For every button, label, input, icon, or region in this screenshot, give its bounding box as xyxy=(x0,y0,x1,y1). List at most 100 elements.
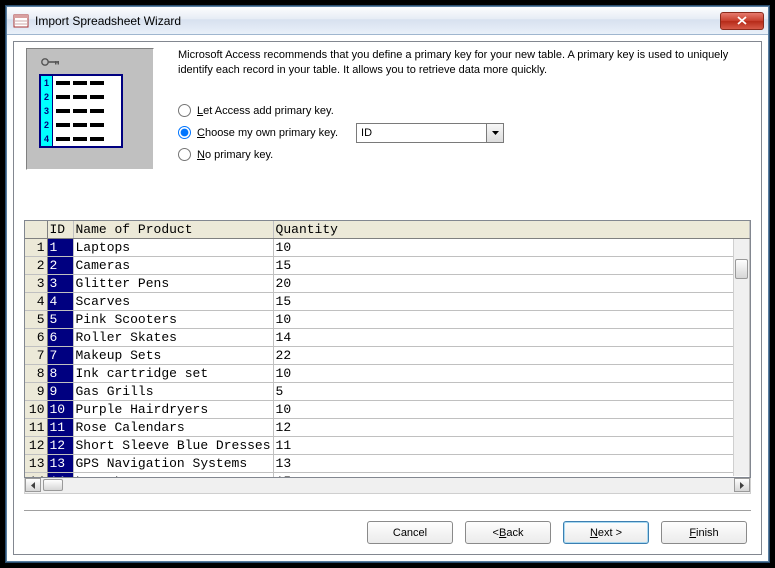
row-number: 9 xyxy=(25,383,47,401)
finish-button[interactable]: Finish xyxy=(661,521,747,544)
separator xyxy=(24,510,751,512)
cell-id: 4 xyxy=(47,293,73,311)
back-button[interactable]: < Back xyxy=(465,521,551,544)
cell-name: Pink Scooters xyxy=(73,311,273,329)
cell-qty: 10 xyxy=(273,401,749,419)
column-header-qty[interactable]: Quantity xyxy=(273,221,749,239)
cell-name: Rose Calendars xyxy=(73,419,273,437)
primary-key-options: Let Access add primary key. Choose my ow… xyxy=(178,100,749,166)
cell-name: Glitter Pens xyxy=(73,275,273,293)
cell-name: Short Sleeve Blue Dresses xyxy=(73,437,273,455)
cell-qty: 10 xyxy=(273,365,749,383)
titlebar: Import Spreadsheet Wizard xyxy=(7,7,768,35)
scroll-right-button[interactable] xyxy=(734,478,750,492)
cell-id: 8 xyxy=(47,365,73,383)
table-row[interactable]: 1111Rose Calendars12 xyxy=(25,419,750,437)
cell-id: 5 xyxy=(47,311,73,329)
header-row: ID Name of Product Quantity xyxy=(25,221,750,239)
cell-name: Purple Hairdryers xyxy=(73,401,273,419)
row-number: 13 xyxy=(25,455,47,473)
close-icon xyxy=(737,16,747,25)
cell-id: 9 xyxy=(47,383,73,401)
cell-id: 2 xyxy=(47,257,73,275)
table-row[interactable]: 66Roller Skates14 xyxy=(25,329,750,347)
cell-qty: 22 xyxy=(273,347,749,365)
dropdown-button[interactable] xyxy=(486,124,503,142)
triangle-left-icon xyxy=(31,482,35,489)
description-column: Microsoft Access recommends that you def… xyxy=(154,48,749,170)
radio-let-access[interactable] xyxy=(178,104,191,117)
cell-qty: 15 xyxy=(273,257,749,275)
next-button[interactable]: Next > xyxy=(563,521,649,544)
column-header-id[interactable]: ID xyxy=(47,221,73,239)
vertical-scrollbar[interactable] xyxy=(733,239,749,476)
label-choose-own[interactable]: Choose my own primary key. xyxy=(197,127,338,139)
cell-id: 1 xyxy=(47,239,73,257)
horizontal-scroll-thumb[interactable] xyxy=(43,479,63,491)
cancel-button[interactable]: Cancel xyxy=(367,521,453,544)
row-number: 11 xyxy=(25,419,47,437)
radio-no-pk[interactable] xyxy=(178,148,191,161)
wizard-window: Import Spreadsheet Wizard 1 2 3 2 xyxy=(6,6,769,562)
vertical-scroll-thumb[interactable] xyxy=(735,259,748,279)
cell-name: Gas Grills xyxy=(73,383,273,401)
app-icon xyxy=(13,13,29,29)
cell-name: Cameras xyxy=(73,257,273,275)
preview-grid-area: ID Name of Product Quantity 11Laptops102… xyxy=(24,220,751,498)
row-number: 1 xyxy=(25,239,47,257)
row-number: 6 xyxy=(25,329,47,347)
window-title: Import Spreadsheet Wizard xyxy=(35,14,720,28)
row-number: 2 xyxy=(25,257,47,275)
cell-name: Roller Skates xyxy=(73,329,273,347)
table-row[interactable]: 1010Purple Hairdryers10 xyxy=(25,401,750,419)
cell-qty: 10 xyxy=(273,311,749,329)
close-button[interactable] xyxy=(720,12,764,30)
table-row[interactable]: 77Makeup Sets22 xyxy=(25,347,750,365)
top-area: 1 2 3 2 4 Microsoft Access recommends th… xyxy=(14,42,761,174)
cell-id: 3 xyxy=(47,275,73,293)
triangle-right-icon xyxy=(740,482,744,489)
primary-key-field-select[interactable]: ID xyxy=(356,123,504,143)
scroll-left-button[interactable] xyxy=(25,478,41,492)
table-row[interactable]: 99Gas Grills5 xyxy=(25,383,750,401)
cell-id: 11 xyxy=(47,419,73,437)
row-number: 7 xyxy=(25,347,47,365)
cell-qty: 10 xyxy=(273,239,749,257)
description-text: Microsoft Access recommends that you def… xyxy=(178,48,749,78)
cell-qty: 20 xyxy=(273,275,749,293)
client-area: 1 2 3 2 4 Microsoft Access recommends th… xyxy=(13,41,762,555)
horizontal-scrollbar[interactable] xyxy=(24,478,751,494)
cell-name: Ink cartridge set xyxy=(73,365,273,383)
illustration: 1 2 3 2 4 xyxy=(26,48,154,170)
cell-id: 6 xyxy=(47,329,73,347)
row-number: 4 xyxy=(25,293,47,311)
table-row[interactable]: 22Cameras15 xyxy=(25,257,750,275)
cell-qty: 13 xyxy=(273,455,749,473)
table-row[interactable]: 11Laptops10 xyxy=(25,239,750,257)
row-number: 12 xyxy=(25,437,47,455)
label-no-pk[interactable]: No primary key. xyxy=(197,149,273,161)
cell-name: Laptops xyxy=(73,239,273,257)
label-let-access[interactable]: Let Access add primary key. xyxy=(197,105,334,117)
table-row[interactable]: 1212Short Sleeve Blue Dresses11 xyxy=(25,437,750,455)
row-number-header xyxy=(25,221,47,239)
table-row[interactable]: 33Glitter Pens20 xyxy=(25,275,750,293)
table-row[interactable]: 55Pink Scooters10 xyxy=(25,311,750,329)
cell-name: GPS Navigation Systems xyxy=(73,455,273,473)
key-icon xyxy=(41,57,61,67)
column-header-name[interactable]: Name of Product xyxy=(73,221,273,239)
row-number: 3 xyxy=(25,275,47,293)
table-row[interactable]: 44Scarves15 xyxy=(25,293,750,311)
cell-id: 7 xyxy=(47,347,73,365)
row-number: 5 xyxy=(25,311,47,329)
cell-id: 12 xyxy=(47,437,73,455)
cell-qty: 15 xyxy=(273,293,749,311)
preview-grid[interactable]: ID Name of Product Quantity 11Laptops102… xyxy=(24,220,751,478)
table-row[interactable]: 88Ink cartridge set10 xyxy=(25,365,750,383)
row-number: 8 xyxy=(25,365,47,383)
cell-qty: 14 xyxy=(273,329,749,347)
cell-name: Scarves xyxy=(73,293,273,311)
table-row[interactable]: 1313GPS Navigation Systems13 xyxy=(25,455,750,473)
row-number: 10 xyxy=(25,401,47,419)
radio-choose-own[interactable] xyxy=(178,126,191,139)
